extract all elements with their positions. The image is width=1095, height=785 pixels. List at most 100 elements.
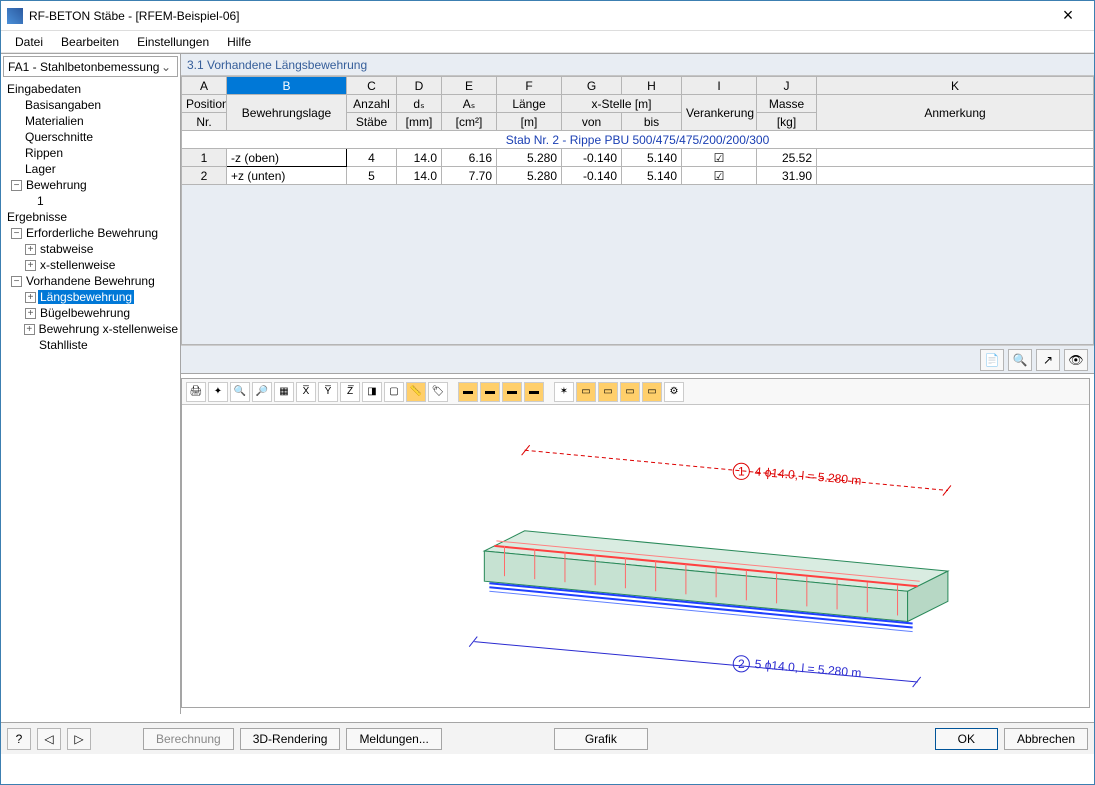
h-position: Position (182, 95, 227, 113)
expand-icon[interactable]: + (25, 260, 36, 271)
prev-icon[interactable]: ◁ (37, 728, 61, 750)
next-icon[interactable]: ▷ (67, 728, 91, 750)
axes-icon[interactable]: ✶ (554, 382, 574, 402)
collapse-icon[interactable]: − (11, 276, 22, 287)
expand-icon[interactable]: + (24, 324, 35, 335)
export-icon[interactable]: 📄 (980, 349, 1004, 371)
h-verankerung: Verankerung (682, 95, 757, 131)
checkbox-icon[interactable]: ☑ (682, 149, 757, 167)
table-row[interactable]: 2 +z (unten) 5 14.0 7.70 5.280 -0.140 5.… (182, 167, 1094, 185)
h-kg: [kg] (757, 113, 817, 131)
svg-text:2: 2 (738, 657, 745, 671)
abbrechen-button[interactable]: Abbrechen (1004, 728, 1088, 750)
col-e[interactable]: E (442, 77, 497, 95)
group-row[interactable]: Stab Nr. 2 - Rippe PBU 500/475/475/200/2… (182, 131, 1094, 149)
axis-z-icon[interactable]: Z̅ (340, 382, 360, 402)
col-k[interactable]: K (817, 77, 1094, 95)
tree-group-ergebnisse[interactable]: Ergebnisse (1, 209, 180, 225)
svg-text:4 ɸ14.0, l = 5.280 m: 4 ɸ14.0, l = 5.280 m (754, 464, 862, 487)
tree-item[interactable]: Basisangaben (1, 97, 180, 113)
tree-item[interactable]: +Bewehrung x-stellenweise (1, 321, 180, 337)
collapse-icon[interactable]: − (11, 228, 22, 239)
tree-item[interactable]: Querschnitte (1, 129, 180, 145)
app-icon (7, 8, 23, 24)
measure-icon[interactable]: 📏 (406, 382, 426, 402)
filter-icon[interactable]: 🔍 (1008, 349, 1032, 371)
iso-icon[interactable]: ◨ (362, 382, 382, 402)
menubar: Datei Bearbeiten Einstellungen Hilfe (1, 31, 1094, 53)
canvas-3d[interactable]: 1 4 ɸ14.0, l = 5.280 m (182, 405, 1089, 707)
tree-item-laengsbewehrung[interactable]: +Längsbewehrung (1, 289, 180, 305)
col-j[interactable]: J (757, 77, 817, 95)
h-bewehrungslage: Bewehrungslage (227, 95, 347, 131)
col-g[interactable]: G (562, 77, 622, 95)
tree-item[interactable]: +x-stellenweise (1, 257, 180, 273)
expand-icon[interactable]: + (25, 292, 36, 303)
collapse-icon[interactable]: − (11, 180, 22, 191)
opt2-icon[interactable]: ▭ (598, 382, 618, 402)
tree-item[interactable]: Materialien (1, 113, 180, 129)
table-row[interactable]: 1 -z (oben) 4 14.0 6.16 5.280 -0.140 5.1… (182, 149, 1094, 167)
opt4-icon[interactable]: ▭ (642, 382, 662, 402)
window-title: RF-BETON Stäbe - [RFEM-Beispiel-06] (29, 9, 1048, 23)
zoom-out-icon[interactable]: 🔎 (252, 382, 272, 402)
view-icon[interactable]: ▦ (274, 382, 294, 402)
menu-einstellungen[interactable]: Einstellungen (129, 33, 217, 51)
rendering-button[interactable]: 3D-Rendering (240, 728, 341, 750)
menu-bearbeiten[interactable]: Bearbeiten (53, 33, 127, 51)
menu-datei[interactable]: Datei (7, 33, 51, 51)
col-d[interactable]: D (397, 77, 442, 95)
render1-icon[interactable]: ▬ (458, 382, 478, 402)
section-header: 3.1 Vorhandene Längsbewehrung (181, 54, 1094, 76)
col-i[interactable]: I (682, 77, 757, 95)
col-h[interactable]: H (622, 77, 682, 95)
col-c[interactable]: C (347, 77, 397, 95)
col-b[interactable]: B (227, 77, 347, 95)
grafik-button[interactable]: Grafik (554, 728, 648, 750)
tree-item-bewehrung[interactable]: −Bewehrung (1, 177, 180, 193)
tree-item-vorhandene[interactable]: −Vorhandene Bewehrung (1, 273, 180, 289)
h-stabe: Stäbe (347, 113, 397, 131)
checkbox-icon[interactable]: ☑ (682, 167, 757, 185)
tree-item[interactable]: Rippen (1, 145, 180, 161)
col-f[interactable]: F (497, 77, 562, 95)
render2-icon[interactable]: ▬ (480, 382, 500, 402)
zoom-icon[interactable]: 🔍 (230, 382, 250, 402)
box-icon[interactable]: ▢ (384, 382, 404, 402)
tree-group-eingabedaten[interactable]: Eingabedaten (1, 81, 180, 97)
opt3-icon[interactable]: ▭ (620, 382, 640, 402)
tree-item[interactable]: 1 (1, 193, 180, 209)
meldungen-button[interactable]: Meldungen... (346, 728, 441, 750)
settings-icon[interactable]: ⚙ (664, 382, 684, 402)
h-von: von (562, 113, 622, 131)
tree-item[interactable]: Stahlliste (1, 337, 180, 353)
cell-selected[interactable]: -z (oben) (227, 149, 347, 167)
render3-icon[interactable]: ▬ (502, 382, 522, 402)
close-button[interactable]: × (1048, 4, 1088, 28)
ok-button[interactable]: OK (935, 728, 998, 750)
h-as: Aₛ (442, 95, 497, 113)
svg-text:1: 1 (738, 464, 745, 478)
pick-icon[interactable]: ↗ (1036, 349, 1060, 371)
tree-item[interactable]: Lager (1, 161, 180, 177)
h-m: [m] (497, 113, 562, 131)
print-icon[interactable]: 🖨 (186, 382, 206, 402)
col-a[interactable]: A (182, 77, 227, 95)
tool-icon[interactable]: ✦ (208, 382, 228, 402)
eye-icon[interactable]: 👁 (1064, 349, 1088, 371)
menu-hilfe[interactable]: Hilfe (219, 33, 259, 51)
axis-y-icon[interactable]: Y̅ (318, 382, 338, 402)
load-case-combo[interactable]: FA1 - Stahlbetonbemessung vo ⌄ (3, 56, 178, 77)
render4-icon[interactable]: ▬ (524, 382, 544, 402)
h-anzahl: Anzahl (347, 95, 397, 113)
expand-icon[interactable]: + (25, 308, 36, 319)
tree-item[interactable]: +Bügelbewehrung (1, 305, 180, 321)
opt1-icon[interactable]: ▭ (576, 382, 596, 402)
expand-icon[interactable]: + (25, 244, 36, 255)
tag-icon[interactable]: 🏷 (428, 382, 448, 402)
help-icon[interactable]: ? (7, 728, 31, 750)
tree-item[interactable]: +stabweise (1, 241, 180, 257)
berechnung-button[interactable]: Berechnung (143, 728, 234, 750)
axis-x-icon[interactable]: X̅ (296, 382, 316, 402)
tree-item-erforderliche[interactable]: −Erforderliche Bewehrung (1, 225, 180, 241)
